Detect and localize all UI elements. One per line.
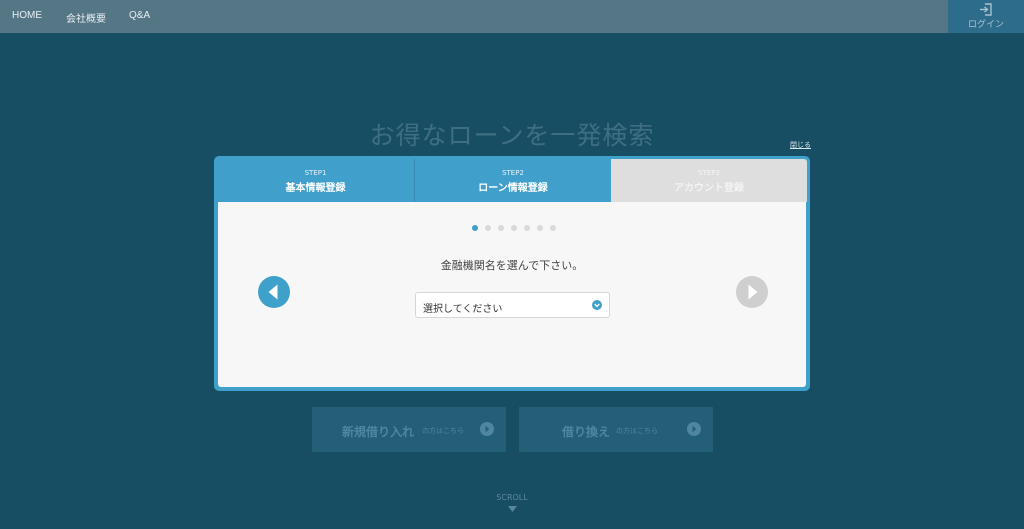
pagination-dot	[511, 225, 517, 231]
step-1-name: 基本情報登録	[285, 183, 346, 194]
step-indicator: STEP1 基本情報登録 STEP2 ローン情報登録 STEP3 アカウント登録	[217, 159, 807, 202]
hero-title: お得なローンを一発検索	[369, 121, 655, 150]
step-2-number: STEP2	[502, 169, 524, 177]
new-loan-sub: の方はこちら	[422, 427, 464, 435]
pagination-dot	[472, 225, 478, 231]
nav-home-link[interactable]: HOME	[12, 10, 42, 21]
pagination-dot	[524, 225, 530, 231]
close-modal-link[interactable]: 閉じる	[790, 140, 811, 150]
pagination-dot	[485, 225, 491, 231]
refinance-label: 借り換え	[562, 425, 611, 439]
step-2-name: ローン情報登録	[478, 183, 548, 194]
step-1-number: STEP1	[304, 169, 327, 177]
top-nav: HOME 会社概要 Q&A ログイン	[0, 0, 1024, 33]
step-3: STEP3 アカウント登録	[611, 159, 807, 202]
new-loan-label: 新規借り入れ	[342, 425, 415, 439]
pagination-dot	[550, 225, 556, 231]
refinance-sub: の方はこちら	[616, 427, 658, 435]
pagination-dot	[498, 225, 504, 231]
login-label: ログイン	[967, 20, 1004, 30]
arrow-right-circle-icon	[480, 422, 494, 436]
bank-select-value: 選択してください	[423, 304, 503, 315]
nav-qa-link[interactable]: Q&A	[129, 10, 150, 21]
new-loan-button[interactable]: 新規借り入れ の方はこちら	[312, 407, 506, 452]
login-icon	[980, 3, 992, 16]
nav-company-link[interactable]: 会社概要	[66, 10, 106, 25]
bank-select[interactable]: 選択してください	[415, 292, 610, 318]
next-arrow-button[interactable]	[735, 275, 769, 309]
chevron-down-icon	[592, 300, 602, 310]
pagination-dot	[537, 225, 543, 231]
modal-body: 金融機関名を選んで下さい。 選択してください	[218, 202, 806, 387]
refinance-button[interactable]: 借り換え の方はこちら	[519, 407, 713, 452]
question-text: 金融機関名を選んで下さい。	[440, 259, 584, 272]
step-3-name: アカウント登録	[674, 183, 744, 194]
step-1: STEP1 基本情報登録	[217, 159, 414, 202]
login-button[interactable]: ログイン	[948, 0, 1024, 33]
scroll-label: SCROLL	[496, 493, 528, 502]
step-2: STEP2 ローン情報登録	[414, 159, 611, 202]
arrow-right-circle-icon	[687, 422, 701, 436]
step-3-number: STEP3	[698, 169, 720, 177]
scroll-down-icon[interactable]	[508, 506, 517, 512]
search-modal: STEP1 基本情報登録 STEP2 ローン情報登録 STEP3 アカウント登録…	[214, 156, 810, 391]
prev-arrow-button[interactable]	[257, 275, 291, 309]
